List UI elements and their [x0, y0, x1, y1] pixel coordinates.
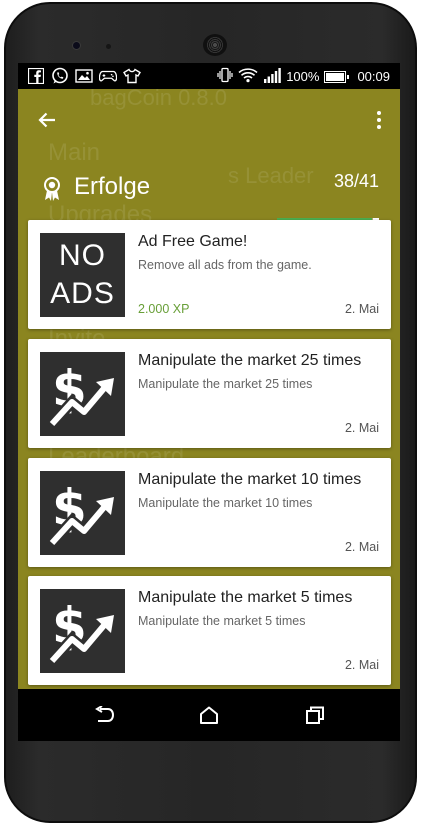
earpiece-speaker	[203, 34, 227, 56]
page-title: Erfolge	[74, 173, 151, 200]
nav-home-button[interactable]	[197, 703, 221, 727]
achievement-date: 2. Mai	[344, 540, 379, 554]
signal-icon	[263, 67, 282, 86]
more-vert-icon	[377, 111, 381, 129]
battery-icon	[324, 70, 350, 83]
no-ads-line-1: NO	[59, 239, 106, 272]
achievement-description: Manipulate the market 5 times	[138, 614, 306, 628]
whatsapp-icon	[51, 67, 69, 85]
achievement-title: Manipulate the market 5 times	[138, 589, 353, 606]
achievement-card[interactable]: $ Manipulate the market 5 times Manipula…	[28, 576, 391, 685]
achievement-date: 2. Mai	[344, 302, 379, 316]
nav-back-button[interactable]	[92, 703, 116, 727]
achievement-date: 2. Mai	[344, 421, 379, 435]
arrow-left-icon	[38, 112, 55, 128]
gamepad-icon	[99, 67, 117, 85]
achievement-xp: 2.000 XP	[138, 302, 190, 316]
dollar-chart-icon: $	[40, 471, 125, 555]
system-navigation-bar	[18, 689, 400, 741]
overflow-menu-button[interactable]	[372, 107, 386, 133]
shirt-icon	[123, 67, 141, 85]
app-bar: Erfolge 38/41	[18, 89, 400, 239]
image-icon	[75, 67, 93, 85]
home-icon	[200, 706, 218, 724]
achievement-title: Manipulate the market 25 times	[138, 352, 362, 369]
no-ads-badge-image: NO ADS	[40, 233, 125, 317]
dollar-chart-icon: $	[40, 589, 125, 673]
recents-icon	[306, 706, 324, 724]
no-ads-line-2: ADS	[50, 277, 115, 310]
vibrate-icon	[217, 67, 233, 86]
achievement-card[interactable]: $ Manipulate the market 10 times Manipul…	[28, 458, 391, 567]
back-button[interactable]	[34, 107, 60, 133]
dollar-chart-icon: $	[40, 352, 125, 436]
back-icon	[95, 706, 115, 722]
achievement-description: Remove all ads from the game.	[138, 258, 312, 272]
clock: 00:09	[357, 69, 390, 84]
proximity-sensor	[106, 44, 111, 49]
achievement-title: Ad Free Game!	[138, 233, 248, 250]
achievement-count: 38/41	[333, 171, 379, 191]
battery-percent: 100%	[286, 69, 320, 84]
achievement-card[interactable]: $ Manipulate the market 25 times Manipul…	[28, 339, 391, 448]
achievement-date: 2. Mai	[344, 658, 379, 672]
wifi-icon	[238, 67, 258, 86]
award-ribbon-icon	[41, 176, 63, 202]
achievement-title: Manipulate the market 10 times	[138, 471, 362, 488]
achievement-description: Manipulate the market 25 times	[138, 377, 313, 391]
front-camera	[72, 41, 81, 50]
nav-recents-button[interactable]	[303, 703, 327, 727]
screen: bagCoin 0.8.0 Main s Leader Upgrades Inv…	[18, 63, 400, 689]
facebook-icon	[27, 67, 45, 85]
status-bar: 100% 00:09	[18, 63, 400, 89]
achievement-card[interactable]: NO ADS Ad Free Game! Remove all ads from…	[28, 220, 391, 329]
achievement-description: Manipulate the market 10 times	[138, 496, 313, 510]
